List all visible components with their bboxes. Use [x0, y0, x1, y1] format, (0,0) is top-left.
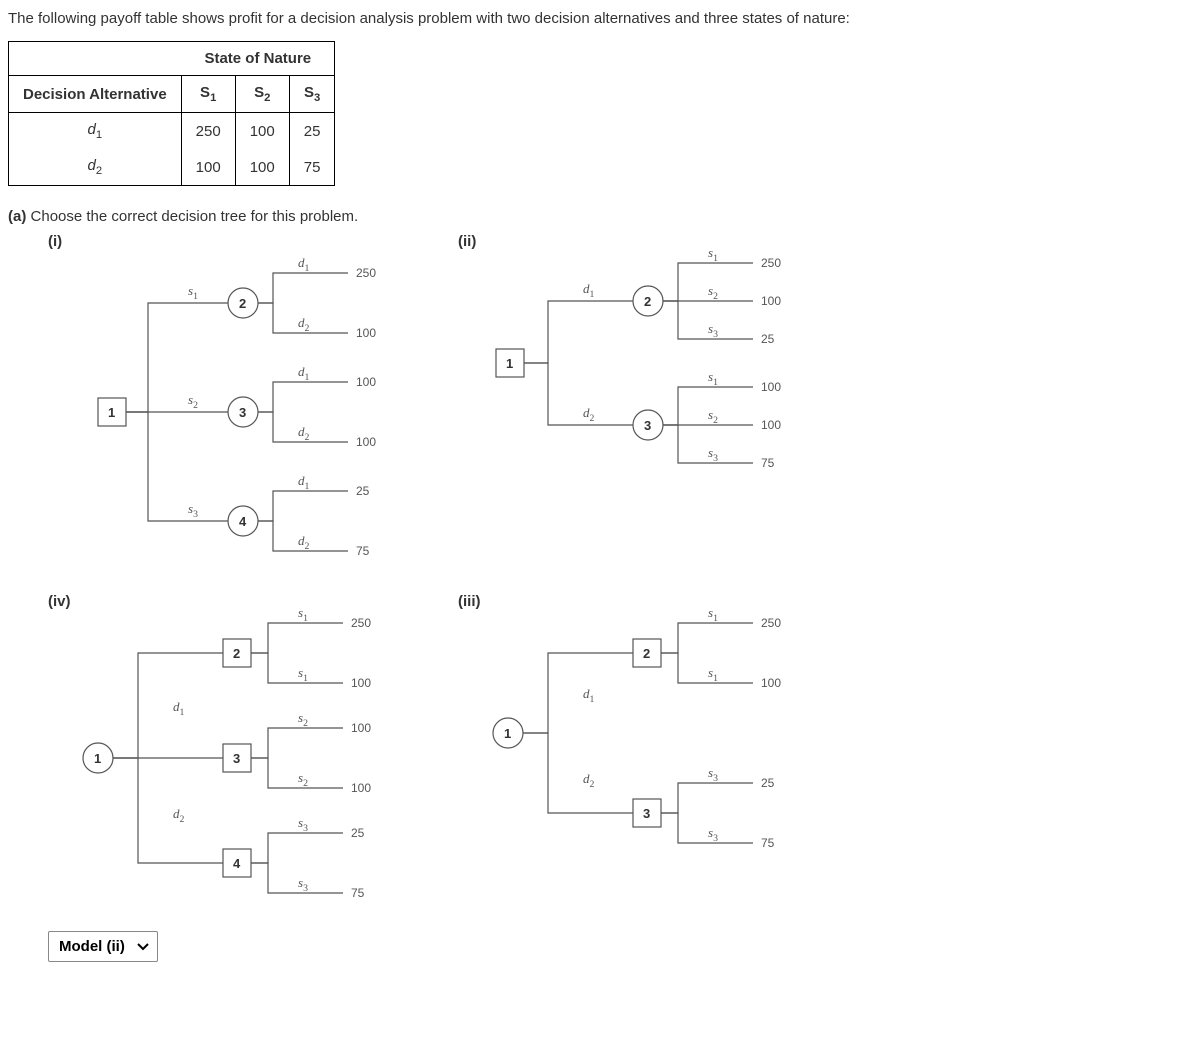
- tree-iii-label: (iii): [458, 593, 481, 610]
- svg-text:75: 75: [351, 886, 365, 900]
- cell-d1-s3: 25: [289, 113, 335, 150]
- cell-d1-s1: 250: [181, 113, 235, 150]
- empty-header: [9, 42, 182, 76]
- svg-text:s1: s1: [708, 245, 718, 264]
- intro-text: The following payoff table shows profit …: [8, 10, 1192, 27]
- svg-text:s3: s3: [298, 875, 308, 894]
- svg-text:250: 250: [761, 256, 781, 270]
- svg-text:4: 4: [233, 856, 241, 871]
- svg-text:4: 4: [239, 514, 247, 529]
- row-d2-label: d2: [9, 149, 182, 186]
- svg-text:s3: s3: [188, 501, 198, 520]
- svg-text:3: 3: [643, 806, 650, 821]
- svg-text:d2: d2: [583, 771, 595, 790]
- tree-ii: (ii) 1 d1 d2 2 3 s1 s2 s3 250 100 25 s1: [458, 233, 838, 593]
- svg-text:s3: s3: [708, 321, 718, 340]
- svg-text:2: 2: [644, 294, 651, 309]
- svg-text:s2: s2: [188, 392, 198, 411]
- svg-text:s2: s2: [298, 770, 308, 789]
- svg-text:100: 100: [761, 294, 781, 308]
- cell-d2-s3: 75: [289, 149, 335, 186]
- svg-text:d2: d2: [298, 533, 310, 552]
- payoff-table: State of Nature Decision Alternative S1 …: [8, 41, 335, 186]
- svg-text:d1: d1: [173, 699, 185, 718]
- tree-ii-label: (ii): [458, 233, 476, 250]
- svg-text:100: 100: [351, 676, 371, 690]
- svg-text:d1: d1: [298, 364, 310, 383]
- tree-iii: (iii) 1 d1 d2 2 3 s1 s1 250 100 s3 s3 25…: [458, 593, 838, 923]
- svg-text:2: 2: [643, 646, 650, 661]
- svg-text:d1: d1: [583, 281, 595, 300]
- tree-iv-label: (iv): [48, 593, 71, 610]
- svg-text:1: 1: [506, 356, 513, 371]
- svg-text:250: 250: [351, 616, 371, 630]
- col-s3: S3: [289, 76, 335, 113]
- cell-d2-s2: 100: [235, 149, 289, 186]
- svg-text:d2: d2: [298, 315, 310, 334]
- svg-text:3: 3: [644, 418, 651, 433]
- svg-text:100: 100: [356, 326, 376, 340]
- svg-text:25: 25: [761, 332, 775, 346]
- svg-text:s1: s1: [708, 605, 718, 624]
- tree-i-diagram: 1 s1 s2 s3 2 3 4 d1 d2 250 100 d1 d2 100: [48, 233, 408, 593]
- col-s1: S1: [181, 76, 235, 113]
- svg-text:100: 100: [761, 380, 781, 394]
- svg-text:100: 100: [356, 435, 376, 449]
- svg-text:250: 250: [356, 266, 376, 280]
- svg-text:s1: s1: [188, 283, 198, 302]
- svg-text:s2: s2: [708, 407, 718, 426]
- col-s2: S2: [235, 76, 289, 113]
- decision-alternative-header: Decision Alternative: [9, 76, 182, 113]
- svg-text:3: 3: [239, 405, 246, 420]
- svg-text:25: 25: [356, 484, 370, 498]
- svg-text:s3: s3: [708, 825, 718, 844]
- svg-text:s3: s3: [298, 815, 308, 834]
- svg-text:d1: d1: [298, 473, 310, 492]
- svg-text:s1: s1: [298, 665, 308, 684]
- svg-text:1: 1: [504, 726, 511, 741]
- svg-text:75: 75: [761, 456, 775, 470]
- tree-ii-diagram: 1 d1 d2 2 3 s1 s2 s3 250 100 25 s1 s2 s3…: [458, 233, 818, 493]
- svg-text:25: 25: [761, 776, 775, 790]
- cell-d1-s2: 100: [235, 113, 289, 150]
- svg-text:100: 100: [761, 418, 781, 432]
- svg-text:d1: d1: [583, 686, 595, 705]
- svg-text:1: 1: [94, 751, 101, 766]
- svg-text:1: 1: [108, 405, 115, 420]
- svg-text:2: 2: [233, 646, 240, 661]
- tree-iii-diagram: 1 d1 d2 2 3 s1 s1 250 100 s3 s3 25 75: [458, 593, 818, 873]
- svg-text:s2: s2: [708, 283, 718, 302]
- cell-d2-s1: 100: [181, 149, 235, 186]
- svg-text:100: 100: [761, 676, 781, 690]
- svg-text:25: 25: [351, 826, 365, 840]
- tree-i-label: (i): [48, 233, 62, 250]
- svg-text:s2: s2: [298, 710, 308, 729]
- state-of-nature-header: State of Nature: [181, 42, 335, 76]
- tree-iv-diagram: 1 d1 d2 2 3 4 s1 s1 250 100 s2 s2 100 10…: [48, 593, 408, 923]
- svg-text:s3: s3: [708, 445, 718, 464]
- svg-text:d2: d2: [583, 405, 595, 424]
- svg-text:d2: d2: [173, 806, 185, 825]
- svg-text:s1: s1: [708, 369, 718, 388]
- svg-text:75: 75: [761, 836, 775, 850]
- svg-text:s3: s3: [708, 765, 718, 784]
- svg-text:250: 250: [761, 616, 781, 630]
- row-d1-label: d1: [9, 113, 182, 150]
- tree-iv: (iv) 1 d1 d2 2 3 4 s1 s1 250 100 s2 s2 1…: [48, 593, 428, 923]
- svg-text:s1: s1: [708, 665, 718, 684]
- svg-text:3: 3: [233, 751, 240, 766]
- tree-i: (i) 1 s1 s2 s3 2 3 4 d1 d2 250 100: [48, 233, 428, 593]
- svg-text:s1: s1: [298, 605, 308, 624]
- svg-text:100: 100: [356, 375, 376, 389]
- part-a-prompt: (a) Choose the correct decision tree for…: [8, 208, 1192, 225]
- svg-text:d1: d1: [298, 255, 310, 274]
- answer-select[interactable]: Model (i)Model (ii)Model (iii)Model (iv): [48, 931, 158, 962]
- svg-text:100: 100: [351, 781, 371, 795]
- svg-text:75: 75: [356, 544, 370, 558]
- svg-text:d2: d2: [298, 424, 310, 443]
- svg-text:2: 2: [239, 296, 246, 311]
- svg-text:100: 100: [351, 721, 371, 735]
